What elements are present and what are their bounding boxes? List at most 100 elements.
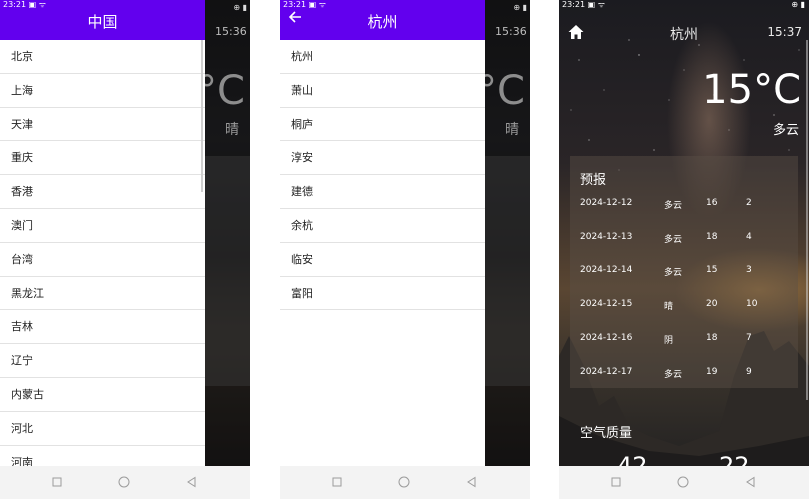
back-triangle-icon[interactable]	[186, 476, 198, 488]
list-item[interactable]: 杭州	[280, 40, 485, 74]
phone-screen-city-list: ⊕ ▮ 15:36 °C 晴 杭州 23:21 ▣ ᯤ 杭州 萧山 桐庐 淳安 …	[280, 0, 530, 499]
list-item[interactable]: 临安	[280, 243, 485, 277]
city-list: 杭州 萧山 桐庐 淳安 建德 余杭 临安 富阳	[280, 40, 485, 311]
forecast-row: 2024-12-12 多云 16 2	[580, 198, 790, 212]
phone-screen-province-list: ⊕ ▮ 15:36 °C 晴 中国 23:21 ▣ ᯤ 北京 上海 天津 重庆 …	[0, 0, 250, 499]
drawer-title: 杭州	[367, 13, 398, 31]
drawer-title: 中国	[87, 13, 118, 31]
peek-weather: 晴	[225, 122, 239, 138]
forecast-condition: 多云	[664, 370, 683, 380]
update-time: 15:37	[767, 25, 802, 39]
status-icons: ⊕ ▮	[233, 3, 247, 12]
status-bar: 23:21 ▣ ᯤ	[0, 0, 205, 10]
status-bar: 23:21 ▣ ᯤ	[562, 0, 605, 10]
back-triangle-icon[interactable]	[745, 476, 757, 488]
list-item[interactable]: 香港	[0, 175, 205, 209]
list-item[interactable]: 北京	[0, 40, 205, 74]
list-item[interactable]: 辽宁	[0, 344, 205, 378]
forecast-row: 2024-12-13 多云 18 4	[580, 232, 790, 246]
list-scrollbar[interactable]	[201, 40, 203, 192]
list-item[interactable]: 桐庐	[280, 108, 485, 142]
recent-apps-icon[interactable]	[610, 476, 622, 488]
peek-update-time: 15:36	[495, 25, 527, 38]
list-item[interactable]: 河北	[0, 412, 205, 446]
back-triangle-icon[interactable]	[466, 476, 478, 488]
area-drawer: 杭州 23:21 ▣ ᯤ 杭州 萧山 桐庐 淳安 建德 余杭 临安 富阳	[280, 0, 485, 466]
weather-background-peek: ⊕ ▮ 15:36 °C 晴	[205, 0, 250, 466]
list-item[interactable]: 上海	[0, 74, 205, 108]
list-item[interactable]: 澳门	[0, 209, 205, 243]
list-item[interactable]: 台湾	[0, 243, 205, 277]
forecast-max: 18	[706, 232, 718, 242]
peek-card	[485, 156, 530, 386]
forecast-min: 7	[746, 333, 752, 343]
status-time: 23:21	[283, 0, 307, 9]
forecast-max: 18	[706, 333, 718, 343]
list-item[interactable]: 黑龙江	[0, 277, 205, 311]
list-item[interactable]: 建德	[280, 175, 485, 209]
status-bar: 23:21 ▣ ᯤ	[280, 0, 485, 10]
forecast-condition: 多云	[664, 201, 683, 211]
list-item[interactable]: 萧山	[280, 74, 485, 108]
air-quality-title: 空气质量	[580, 426, 633, 441]
forecast-date: 2024-12-12	[580, 198, 633, 208]
list-item[interactable]: 淳安	[280, 141, 485, 176]
forecast-row: 2024-12-17 多云 19 9	[580, 367, 790, 381]
status-icons: ▣ ᯤ	[587, 0, 606, 9]
status-icons: ⊕ ▮	[513, 3, 527, 12]
status-icons: ▣ ᯤ	[308, 0, 327, 9]
peek-card	[205, 156, 250, 386]
forecast-min: 3	[746, 265, 752, 275]
home-circle-icon[interactable]	[677, 476, 689, 488]
forecast-condition: 多云	[664, 235, 683, 245]
list-item[interactable]: 余杭	[280, 209, 485, 243]
forecast-date: 2024-12-17	[580, 367, 633, 377]
forecast-date: 2024-12-16	[580, 333, 633, 343]
forecast-card: 预报 2024-12-12 多云 16 2 2024-12-13 多云 18 4…	[570, 156, 798, 388]
province-list: 北京 上海 天津 重庆 香港 澳门 台湾 黑龙江 吉林 辽宁 内蒙古 河北 河南	[0, 40, 205, 480]
status-time: 23:21	[3, 0, 27, 9]
area-drawer: 中国 23:21 ▣ ᯤ 北京 上海 天津 重庆 香港 澳门 台湾 黑龙江 吉林…	[0, 0, 205, 480]
peek-temperature: °C	[205, 68, 245, 114]
peek-update-time: 15:36	[215, 25, 247, 38]
forecast-title: 预报	[580, 173, 607, 188]
forecast-date: 2024-12-14	[580, 265, 633, 275]
list-item[interactable]: 吉林	[0, 310, 205, 345]
forecast-row: 2024-12-14 多云 15 3	[580, 265, 790, 279]
forecast-date: 2024-12-15	[580, 299, 633, 309]
list-item[interactable]: 天津	[0, 108, 205, 142]
page-scrollbar[interactable]	[806, 40, 808, 400]
list-item[interactable]: 内蒙古	[0, 378, 205, 412]
forecast-min: 2	[746, 198, 752, 208]
forecast-min: 4	[746, 232, 752, 242]
peek-temperature: °C	[485, 68, 525, 114]
list-item[interactable]: 富阳	[280, 277, 485, 311]
forecast-condition: 晴	[664, 302, 674, 312]
status-time: 23:21	[562, 0, 586, 9]
pm25-value: 22	[719, 454, 750, 466]
recent-apps-icon[interactable]	[331, 476, 343, 488]
home-circle-icon[interactable]	[398, 476, 410, 488]
forecast-row: 2024-12-16 阴 18 7	[580, 333, 790, 347]
forecast-date: 2024-12-13	[580, 232, 633, 242]
peek-weather: 晴	[505, 122, 519, 138]
list-item[interactable]: 重庆	[0, 141, 205, 176]
forecast-max: 20	[706, 299, 718, 309]
recent-apps-icon[interactable]	[51, 476, 63, 488]
forecast-max: 16	[706, 198, 718, 208]
phone-screen-weather: 23:21 ▣ ᯤ ⊕ ▮ 杭州 15:37 15°C 多云 预报 2024-1…	[559, 0, 809, 499]
aqi-value: 42	[617, 454, 648, 466]
system-nav-bar	[280, 466, 530, 499]
weather-background-peek: ⊕ ▮ 15:36 °C 晴	[485, 0, 530, 466]
forecast-min: 9	[746, 367, 752, 377]
forecast-row: 2024-12-15 晴 20 10	[580, 299, 790, 313]
forecast-min: 10	[746, 299, 758, 309]
current-condition: 多云	[772, 123, 799, 138]
forecast-max: 15	[706, 265, 718, 275]
forecast-condition: 多云	[664, 268, 683, 278]
current-temperature: 15°C	[702, 67, 801, 113]
home-circle-icon[interactable]	[118, 476, 130, 488]
forecast-condition: 阴	[664, 336, 674, 346]
system-nav-bar	[559, 466, 809, 499]
system-nav-bar	[0, 466, 250, 499]
